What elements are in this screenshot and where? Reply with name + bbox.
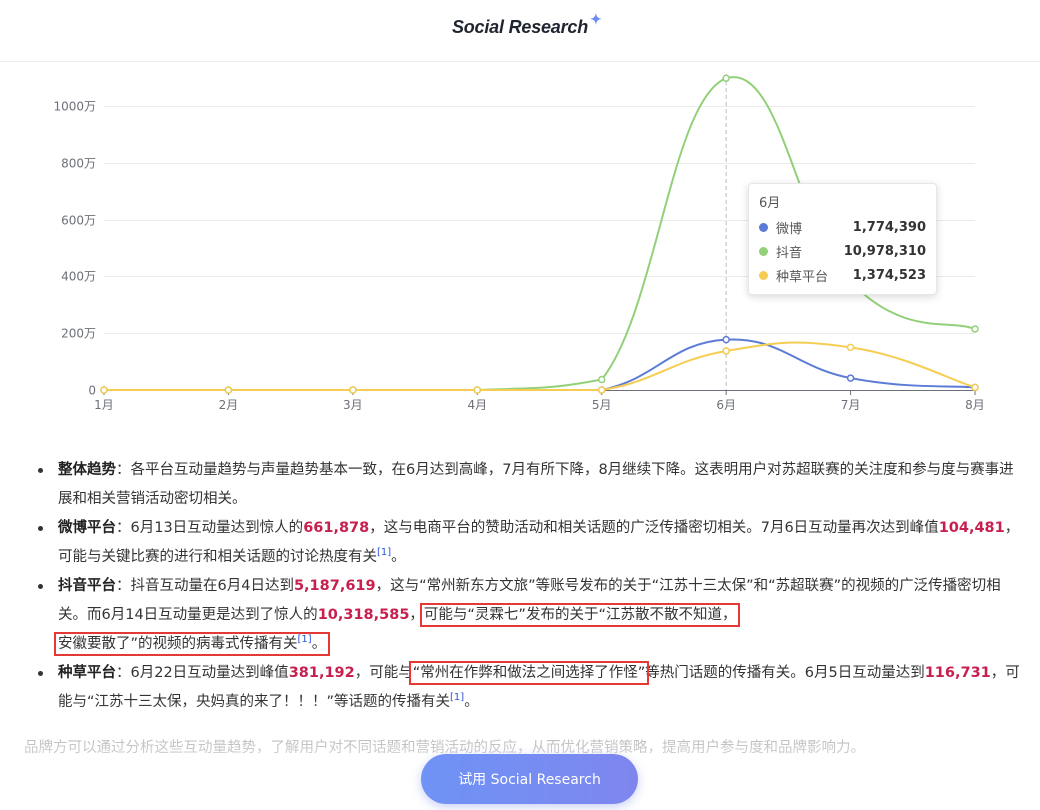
series-line-2 bbox=[104, 341, 976, 392]
legend-dot-icon bbox=[759, 246, 768, 256]
item-text: ：各平台互动量趋势与声量趋势基本一致，在6月达到高峰，7月有所下降，8月继续下降… bbox=[58, 462, 1014, 507]
list-item: 整体趋势：各平台互动量趋势与声量趋势基本一致，在6月达到高峰，7月有所下降，8月… bbox=[34, 456, 1024, 514]
tooltip-title: 6月 bbox=[759, 196, 781, 211]
highlight-number: 381,192 bbox=[288, 665, 355, 681]
highlight-number: 661,878 bbox=[303, 520, 370, 536]
app-header: Social Research ✦ bbox=[0, 0, 1040, 62]
list-item: 种草平台：6月22日互动量达到峰值381,192，可能与“常州在作弊和做法之间选… bbox=[34, 659, 1024, 717]
series-point bbox=[846, 374, 855, 382]
tooltip-row-douyin: 抖音 10,978,310 bbox=[759, 239, 926, 263]
item-text: 。 bbox=[464, 694, 479, 710]
analysis-content: 整体趋势：各平台互动量趋势与声量趋势基本一致，在6月达到高峰，7月有所下降，8月… bbox=[34, 456, 1024, 717]
item-text: ，可能与 bbox=[354, 665, 413, 681]
brand-name: Social Research bbox=[451, 17, 589, 37]
highlighted-phrase: 安徽要散了”的视频的病毒式传播有关[1]。 bbox=[53, 632, 331, 656]
highlighted-phrase: 可能与“灵霖七”发布的关于“江苏散不散不知道， bbox=[419, 603, 741, 627]
highlight-number: 104,481 bbox=[938, 520, 1005, 536]
list-item: 抖音平台：抖音互动量在6月4日达到5,187,619，这与“常州新东方文旅”等账… bbox=[34, 572, 1024, 659]
x-tick-label: 8月 bbox=[965, 398, 985, 412]
tooltip-series-value: 1,374,523 bbox=[852, 267, 926, 283]
x-tick-label: 1月 bbox=[94, 398, 114, 412]
series-point bbox=[100, 386, 108, 394]
x-tick-label: 3月 bbox=[343, 398, 363, 412]
series-point bbox=[349, 386, 357, 394]
y-tick-label: 400万 bbox=[61, 270, 96, 284]
x-tick-label: 5月 bbox=[592, 398, 612, 412]
item-text: ：6月13日互动量达到惊人的 bbox=[116, 520, 304, 536]
series-point bbox=[846, 343, 855, 352]
series-point bbox=[722, 74, 730, 82]
y-tick-label: 200万 bbox=[61, 327, 96, 341]
legend-dot-icon bbox=[759, 222, 768, 232]
y-tick-label: 600万 bbox=[61, 214, 96, 228]
item-text: ， bbox=[409, 607, 424, 623]
series-point bbox=[597, 375, 606, 384]
x-tick-label: 7月 bbox=[841, 398, 861, 412]
item-text: 。 bbox=[311, 636, 327, 652]
item-text: ：抖音互动量在6月4日达到 bbox=[116, 578, 294, 594]
chart-tooltip: 6月 微博 1,774,390 抖音 10,978,310 种草平台 1,374… bbox=[748, 183, 937, 295]
tooltip-series-name: 种草平台 bbox=[776, 269, 829, 285]
citation-link[interactable]: [1] bbox=[377, 547, 391, 558]
list-item: 微博平台：6月13日互动量达到惊人的661,878，这与电商平台的赞助活动和相关… bbox=[34, 514, 1024, 572]
series-point bbox=[473, 386, 482, 394]
citation-link[interactable]: [1] bbox=[298, 634, 312, 645]
sparkle-icon: ✦ bbox=[590, 11, 602, 27]
x-tick-label: 4月 bbox=[467, 398, 487, 412]
item-text: ，这与电商平台的赞助活动和相关话题的广泛传播密切相关。7月6日互动量再次达到峰值 bbox=[369, 520, 939, 536]
x-tick-label: 2月 bbox=[219, 398, 239, 412]
series-point bbox=[722, 335, 730, 344]
citation-link[interactable]: [1] bbox=[450, 692, 464, 703]
highlight-number: 5,187,619 bbox=[293, 578, 376, 594]
series-point bbox=[597, 386, 606, 394]
tooltip-row-zhongcao: 种草平台 1,374,523 bbox=[759, 263, 926, 287]
item-term: 微博平台 bbox=[58, 520, 116, 536]
series-point bbox=[224, 386, 233, 394]
tooltip-series-name: 微博 bbox=[776, 221, 803, 237]
series-point bbox=[971, 383, 979, 392]
highlight-number: 116,731 bbox=[924, 665, 991, 681]
y-tick-label: 1000万 bbox=[53, 100, 96, 114]
tooltip-row-weibo: 微博 1,774,390 bbox=[759, 215, 926, 239]
series-point bbox=[722, 347, 730, 355]
tooltip-series-name: 抖音 bbox=[776, 245, 803, 261]
y-tick-label: 800万 bbox=[61, 157, 96, 171]
try-social-research-button[interactable]: 试用 Social Research bbox=[421, 754, 638, 804]
item-text: 。 bbox=[391, 549, 406, 565]
item-term: 种草平台 bbox=[58, 665, 116, 681]
item-term: 整体趋势 bbox=[58, 462, 116, 478]
legend-dot-icon bbox=[759, 270, 768, 280]
tooltip-series-value: 10,978,310 bbox=[843, 243, 926, 259]
x-tick-label: 6月 bbox=[716, 398, 736, 412]
series-point bbox=[971, 325, 979, 333]
item-term: 抖音平台 bbox=[58, 578, 116, 594]
item-text: ：6月22日互动量达到峰值 bbox=[116, 665, 289, 681]
brand-title: Social Research ✦ bbox=[0, 11, 1040, 38]
y-tick-label: 0 bbox=[88, 384, 96, 398]
item-text: 等热门话题的传播有关。6月5日互动量达到 bbox=[645, 665, 925, 681]
y-axis-ticks: 0 200万 400万 600万 800万 1000万 bbox=[53, 100, 96, 398]
item-text: 安徽要散了”的视频的病毒式传播有关 bbox=[58, 636, 298, 652]
highlight-number: 10,318,585 bbox=[317, 607, 410, 623]
tooltip-series-value: 1,774,390 bbox=[852, 219, 926, 235]
highlighted-phrase: “常州在作弊和做法之间选择了作怪” bbox=[408, 661, 650, 685]
